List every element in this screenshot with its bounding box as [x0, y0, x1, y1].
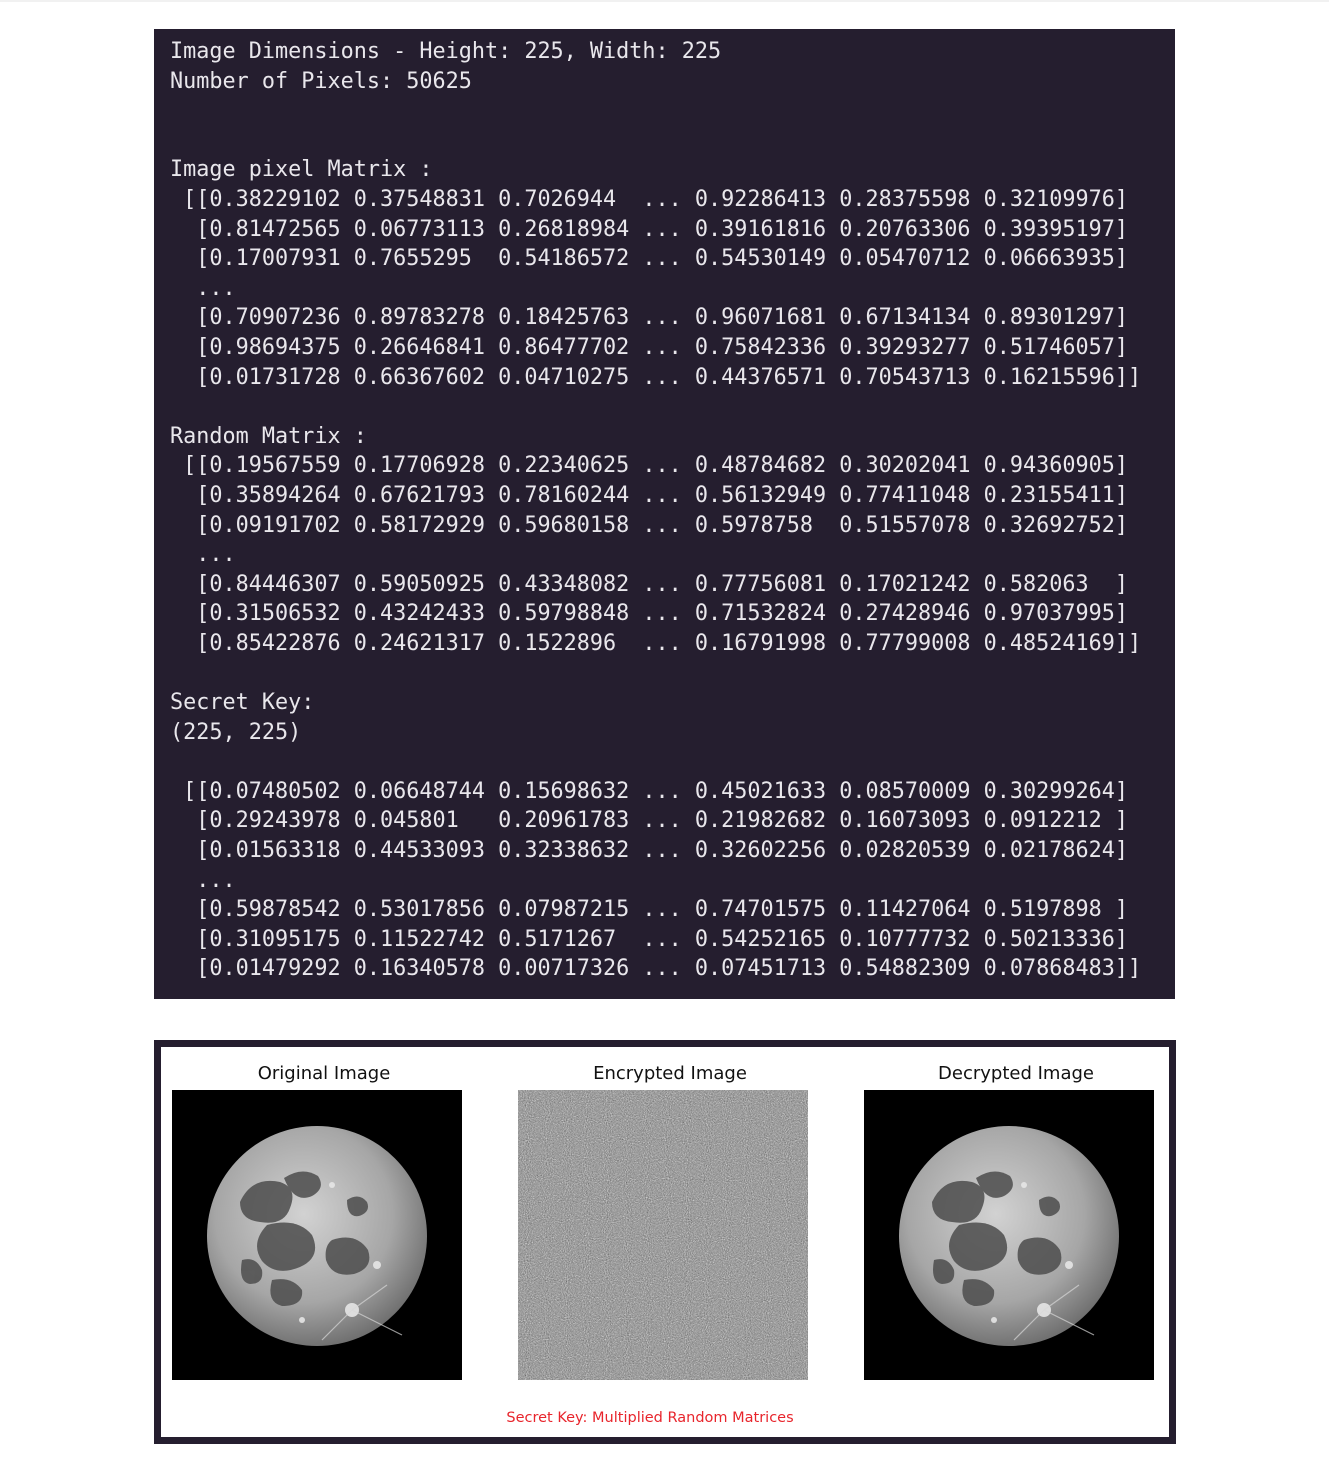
image-matrix-title: Image pixel Matrix :	[170, 157, 433, 183]
figure-caption: Secret Key: Multiplied Random Matrices	[506, 1410, 794, 1426]
decrypted-image	[864, 1090, 1154, 1380]
matrix-row: [0.98694375 0.26646841 0.86477702 ... 0.…	[170, 334, 1128, 360]
secret-key-shape: (225, 225)	[170, 719, 302, 745]
matrix-row: [[0.07480502 0.06648744 0.15698632 ... 0…	[170, 778, 1128, 804]
matrix-row: [0.31506532 0.43242433 0.59798848 ... 0.…	[170, 601, 1128, 627]
matrix-row: [0.70907236 0.89783278 0.18425763 ... 0.…	[170, 305, 1128, 331]
matrix-row: [0.17007931 0.7655295 0.54186572 ... 0.5…	[170, 246, 1128, 272]
original-image-title: Original Image	[257, 1063, 391, 1084]
matrix-ellipsis: ...	[170, 867, 236, 893]
pixel-count-line: Number of Pixels: 50625	[170, 68, 472, 94]
matrix-row: [0.35894264 0.67621793 0.78160244 ... 0.…	[170, 482, 1128, 508]
matrix-row: [0.59878542 0.53017856 0.07987215 ... 0.…	[170, 897, 1128, 923]
decrypted-image-title: Decrypted Image	[938, 1063, 1094, 1084]
matrix-row: [0.85422876 0.24621317 0.1522896 ... 0.1…	[170, 630, 1142, 656]
matrix-ellipsis: ...	[170, 542, 236, 568]
figure-canvas: Original Image Encrypted Image Decrypted…	[161, 1047, 1169, 1437]
page-top-border	[0, 0, 1329, 2]
matrix-row: [0.84446307 0.59050925 0.43348082 ... 0.…	[170, 571, 1128, 597]
matrix-row: [[0.38229102 0.37548831 0.7026944 ... 0.…	[170, 186, 1128, 212]
matrix-row: [0.01731728 0.66367602 0.04710275 ... 0.…	[170, 364, 1142, 390]
secret-key-title: Secret Key:	[170, 690, 315, 716]
encrypted-image	[518, 1090, 808, 1380]
matrix-row: [0.01563318 0.44533093 0.32338632 ... 0.…	[170, 838, 1128, 864]
matrix-row: [[0.19567559 0.17706928 0.22340625 ... 0…	[170, 453, 1128, 479]
dimensions-line: Image Dimensions - Height: 225, Width: 2…	[170, 39, 722, 64]
matrix-row: [0.29243978 0.045801 0.20961783 ... 0.21…	[170, 808, 1128, 834]
console-output: Image Dimensions - Height: 225, Width: 2…	[154, 29, 1175, 999]
matrix-row: [0.09191702 0.58172929 0.59680158 ... 0.…	[170, 512, 1128, 538]
original-image	[172, 1090, 462, 1380]
matrix-row: [0.81472565 0.06773113 0.26818984 ... 0.…	[170, 216, 1128, 242]
matrix-row: [0.31095175 0.11522742 0.5171267 ... 0.5…	[170, 926, 1128, 952]
encrypted-image-title: Encrypted Image	[593, 1063, 747, 1084]
random-matrix-title: Random Matrix :	[170, 423, 367, 449]
matrix-ellipsis: ...	[170, 275, 236, 301]
matrix-row: [0.01479292 0.16340578 0.00717326 ... 0.…	[170, 956, 1142, 982]
figure-output: Original Image Encrypted Image Decrypted…	[154, 1040, 1176, 1444]
